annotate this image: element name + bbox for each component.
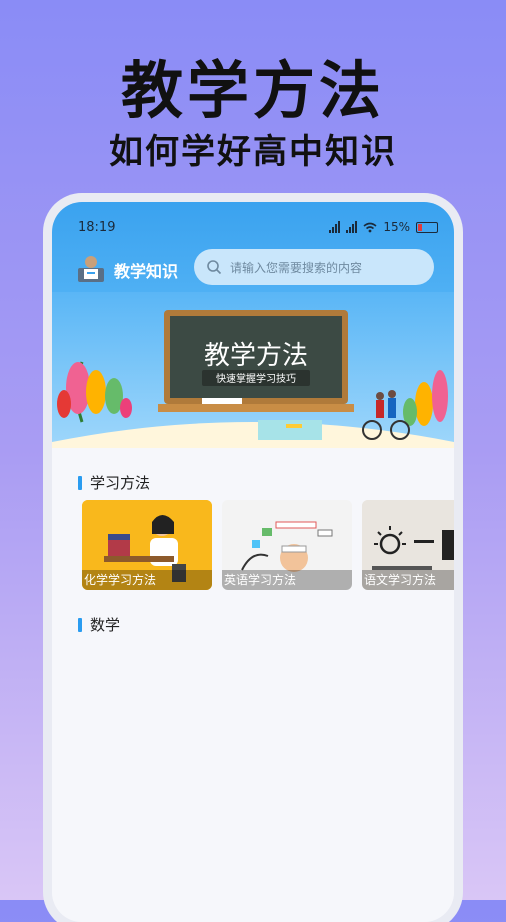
board-title: 教学方法 bbox=[204, 341, 308, 371]
signal-icon bbox=[329, 221, 341, 233]
card-english[interactable]: 英语学习方法 bbox=[222, 500, 352, 590]
card-caption: 语文学习方法 bbox=[362, 570, 454, 590]
search-icon bbox=[207, 260, 222, 275]
section-title-math: 数学 bbox=[78, 614, 120, 635]
battery-icon bbox=[416, 221, 438, 233]
section-title-label: 学习方法 bbox=[90, 474, 151, 492]
content-area: 学习方法 化学学习方法 英语学习方法 语文学习方法 数学 bbox=[52, 448, 454, 922]
banner-illustration: 教学方法 快速掌握学习技巧 bbox=[52, 292, 454, 448]
teacher-logo-icon bbox=[78, 256, 104, 282]
signal-icon bbox=[346, 221, 358, 233]
section-title-methods: 学习方法 bbox=[78, 472, 150, 493]
method-cards: 化学学习方法 英语学习方法 语文学习方法 bbox=[82, 500, 454, 590]
card-chinese[interactable]: 语文学习方法 bbox=[362, 500, 454, 590]
search-placeholder: 请输入您需要搜索的内容 bbox=[230, 260, 363, 275]
hero-title: 教学方法 bbox=[120, 54, 385, 127]
wifi-icon bbox=[363, 222, 377, 232]
app-title: 教学知识 bbox=[114, 262, 179, 281]
search-input[interactable]: 请输入您需要搜索的内容 bbox=[194, 249, 434, 285]
status-icons: 15% bbox=[329, 220, 438, 234]
card-chemistry[interactable]: 化学学习方法 bbox=[82, 500, 212, 590]
section-marker bbox=[78, 617, 82, 632]
hero-subtitle: 如何学好高中知识 bbox=[109, 132, 397, 172]
status-bar: 18:19 15% bbox=[52, 220, 454, 240]
status-time: 18:19 bbox=[78, 220, 116, 235]
app-header: 教学知识 请输入您需要搜索的内容 bbox=[52, 246, 454, 290]
phone-frame: 18:19 15% 教学知识 请输入您需要搜索的内容 教学方法 快速掌握学习技巧… bbox=[52, 202, 454, 922]
top-area: 18:19 15% 教学知识 请输入您需要搜索的内容 教学方法 快速掌握学习技巧 bbox=[52, 202, 454, 448]
card-caption: 英语学习方法 bbox=[222, 570, 352, 590]
section-title-label: 数学 bbox=[90, 616, 121, 634]
battery-percent: 15% bbox=[383, 220, 410, 234]
section-marker bbox=[78, 475, 82, 490]
board-subtitle: 快速掌握学习技巧 bbox=[216, 372, 296, 385]
card-caption: 化学学习方法 bbox=[82, 570, 212, 590]
banner[interactable]: 教学方法 快速掌握学习技巧 bbox=[52, 292, 454, 448]
